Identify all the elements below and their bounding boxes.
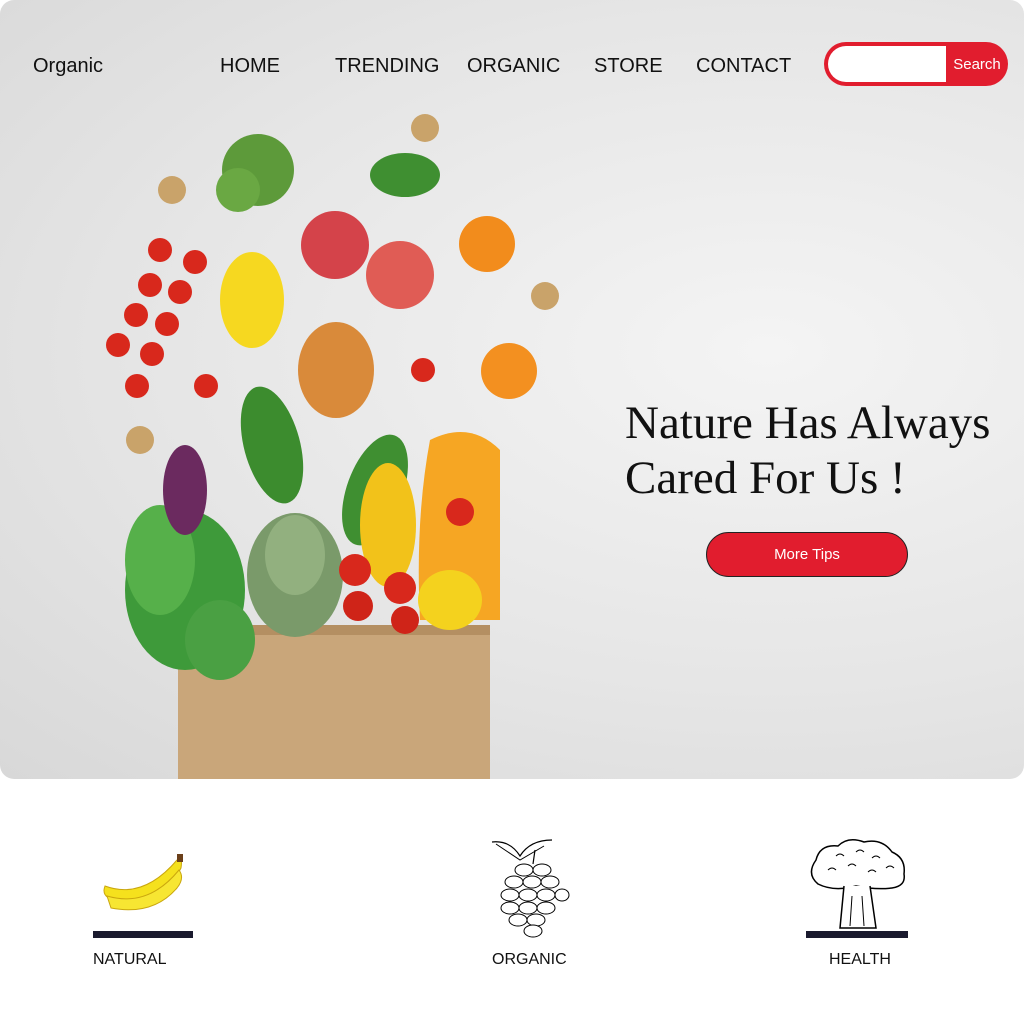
hero-headline-line2: Cared For Us ! [625,452,906,504]
produce-bag-illustration [106,114,559,779]
nav-trending[interactable]: TRENDING [335,55,439,78]
feature-label-organic: ORGANIC [492,951,567,968]
nav-store[interactable]: STORE [594,55,663,78]
feature-label-health: HEALTH [829,951,891,968]
nav-organic[interactable]: ORGANIC [467,55,560,78]
nav-contact[interactable]: CONTACT [696,55,791,78]
search-input[interactable] [828,46,946,82]
grapes-icon [491,839,570,938]
banana-icon [93,854,193,938]
search-button[interactable]: Search [946,42,1008,86]
brand-logo[interactable]: Organic [33,55,103,78]
search-bar: Search [824,42,1008,86]
hero-headline-line1: Nature Has Always [625,397,991,449]
broccoli-icon [806,839,908,938]
hero-headline: Nature Has Always Cared For Us ! [625,396,1024,506]
hero-banner: Organic HOME TRENDING ORGANIC STORE CONT… [0,0,1024,779]
more-tips-button[interactable]: More Tips [706,532,908,577]
feature-label-natural: NATURAL [93,951,167,968]
nav-home[interactable]: HOME [220,55,280,78]
